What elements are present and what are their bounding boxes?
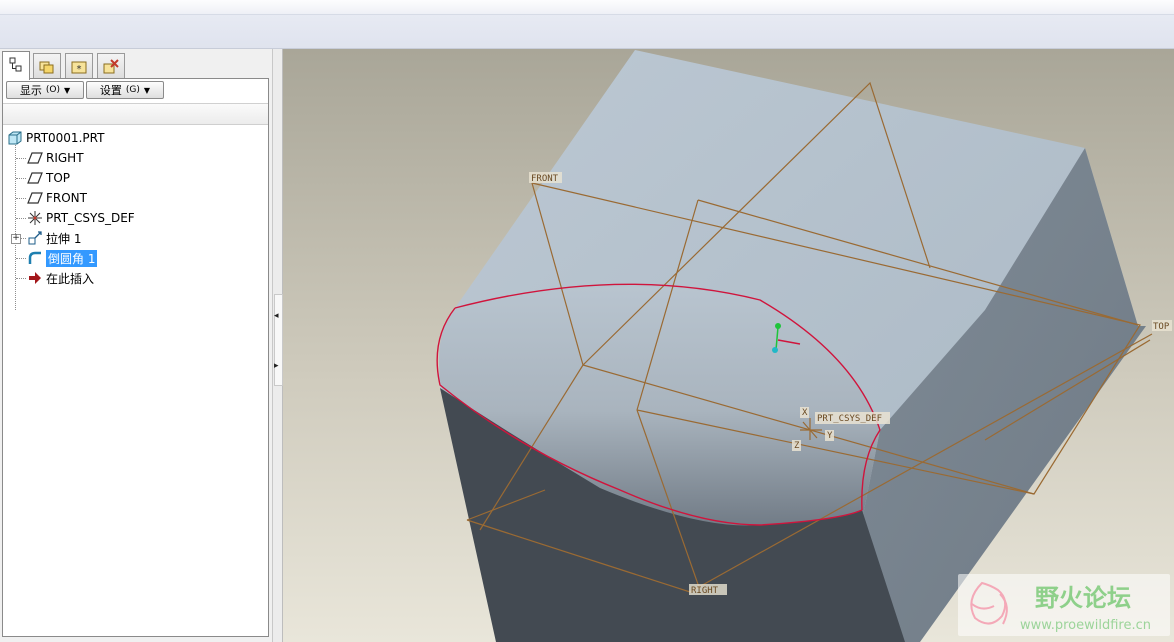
tree-item-right[interactable]: RIGHT xyxy=(27,149,84,167)
axis-y-label: Y xyxy=(827,431,833,441)
tree-item-insert-here[interactable]: 在此插入 xyxy=(27,269,94,287)
tree-item-label: RIGHT xyxy=(46,151,84,165)
tree-root-label: PRT0001.PRT xyxy=(26,131,105,145)
insert-here-arrow-icon xyxy=(29,272,41,284)
axis-z-label: Z xyxy=(794,441,800,451)
tree-item-label: TOP xyxy=(46,171,71,185)
settings-button-key: (G) xyxy=(125,85,140,95)
collapse-left-icon[interactable]: ◂ xyxy=(274,311,279,321)
title-strip xyxy=(0,0,1174,15)
watermark: 野火论坛 www.proewildfire.cn xyxy=(958,574,1170,636)
tree-root[interactable]: PRT0001.PRT xyxy=(7,129,104,147)
show-button[interactable]: 显示 (O) ▼ xyxy=(6,81,84,99)
tab-favorites[interactable]: * xyxy=(65,53,93,79)
connections-icon xyxy=(103,59,119,74)
tree-connector xyxy=(16,198,26,199)
axis-x-label: X xyxy=(802,408,808,418)
tree-item-label: 拉伸 1 xyxy=(46,231,82,246)
show-button-label: 显示 xyxy=(19,84,42,97)
model-view[interactable]: FRONT TOP RIGHT PRT_CSYS_DEF X Y Z 野火论坛 xyxy=(283,49,1174,642)
expand-right-icon[interactable]: ▸ xyxy=(274,361,279,371)
extrude-icon xyxy=(28,231,42,245)
tree-connector xyxy=(15,139,16,310)
expand-toggle[interactable]: + xyxy=(11,234,21,244)
watermark-title: 野火论坛 xyxy=(1035,584,1131,612)
datum-plane-icon xyxy=(27,172,43,184)
show-button-key: (O) xyxy=(45,85,60,95)
tab-model-tree[interactable] xyxy=(2,51,30,80)
splitter-grip[interactable] xyxy=(274,294,283,386)
tree-item-front[interactable]: FRONT xyxy=(27,189,87,207)
top-datum-label: TOP xyxy=(1153,322,1170,332)
csys-label: PRT_CSYS_DEF xyxy=(817,414,882,424)
graphics-window[interactable]: FRONT TOP RIGHT PRT_CSYS_DEF X Y Z 野火论坛 xyxy=(283,49,1174,642)
tree-item-label: 倒圆角 1 xyxy=(46,249,98,267)
model-tree-icon xyxy=(9,57,22,72)
chevron-down-icon: ▼ xyxy=(143,85,151,95)
tree-item-label: PRT_CSYS_DEF xyxy=(46,211,135,225)
tree-connector xyxy=(16,218,26,219)
settings-button-label: 设置 xyxy=(99,84,122,97)
tab-connections[interactable] xyxy=(97,53,125,79)
tree-filter-bar xyxy=(3,103,268,125)
model-tree-body: 显示 (O) ▼ 设置 (G) ▼ PRT0001.PRT RIGHT TOP … xyxy=(2,79,269,637)
part-icon xyxy=(8,131,22,145)
tree-item-round[interactable]: 倒圆角 1 xyxy=(27,249,98,267)
tree-item-csys[interactable]: PRT_CSYS_DEF xyxy=(27,209,135,227)
tree-connector xyxy=(16,178,26,179)
tree-connector xyxy=(16,278,26,279)
tree-item-label: 在此插入 xyxy=(46,271,95,286)
tree-connector xyxy=(16,258,26,259)
tree-item-top[interactable]: TOP xyxy=(27,169,70,187)
settings-button[interactable]: 设置 (G) ▼ xyxy=(86,81,164,99)
tree-connector xyxy=(16,158,26,159)
tab-folder-browser[interactable] xyxy=(33,53,61,79)
watermark-url: www.proewildfire.cn xyxy=(1020,618,1151,633)
tree-item-extrude[interactable]: 拉伸 1 xyxy=(27,229,81,247)
front-datum-label: FRONT xyxy=(531,174,559,184)
chevron-down-icon: ▼ xyxy=(63,85,71,95)
favorites-icon: * xyxy=(71,61,87,75)
coordinate-system-icon xyxy=(28,211,42,225)
round-icon xyxy=(28,251,41,264)
datum-plane-icon xyxy=(27,152,43,164)
ribbon-area xyxy=(0,15,1174,49)
svg-text:*: * xyxy=(77,64,82,75)
right-datum-label: RIGHT xyxy=(691,586,719,596)
folder-browser-icon xyxy=(39,61,54,74)
panel-splitter[interactable]: ◂ ▸ xyxy=(272,49,283,642)
navigator-panel: * 显示 (O) ▼ 设置 (G) ▼ PRT0001.PRT RIGHT TO… xyxy=(0,49,272,642)
datum-plane-icon xyxy=(27,192,43,204)
tree-item-label: FRONT xyxy=(46,191,87,205)
